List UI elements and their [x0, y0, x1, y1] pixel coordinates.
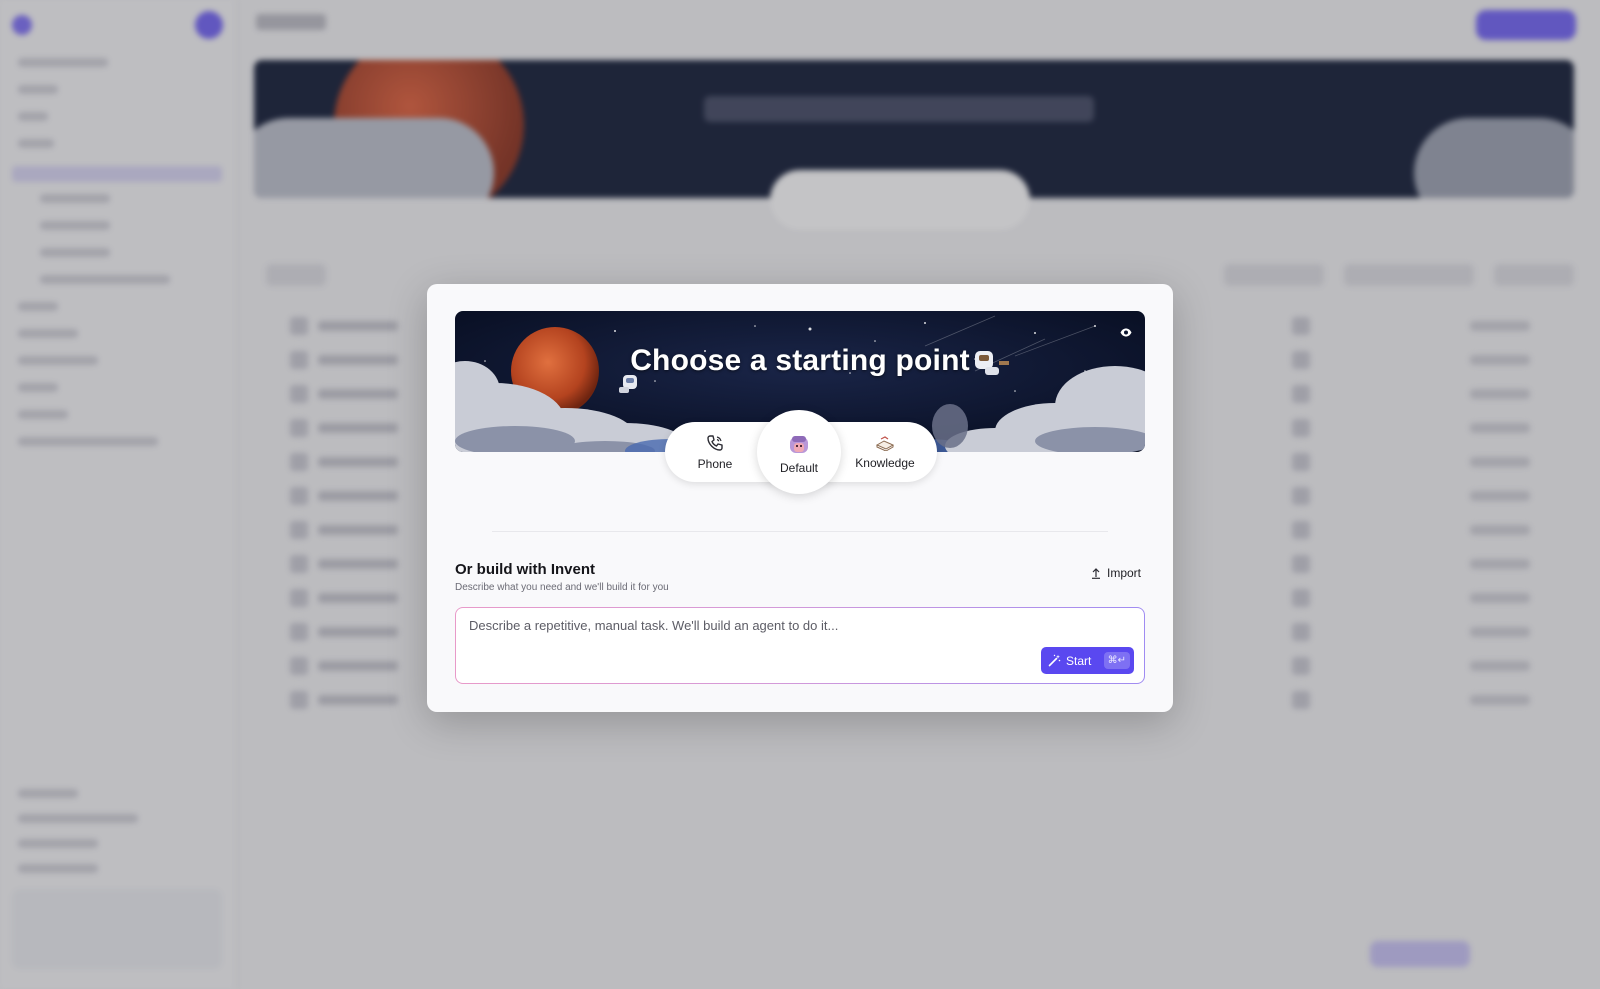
book-icon: [875, 435, 895, 451]
tab-default-label: Default: [779, 460, 819, 475]
import-button[interactable]: Import: [1087, 564, 1145, 582]
modal-title: Choose a starting point: [630, 344, 970, 377]
starting-point-tabs: Phone Default Knowledge: [665, 410, 937, 494]
keyboard-shortcut-badge: ⌘↵: [1103, 652, 1130, 669]
upload-icon: [1091, 567, 1100, 579]
phone-icon: [707, 434, 723, 451]
tab-phone[interactable]: Phone: [671, 422, 759, 482]
tab-knowledge[interactable]: Knowledge: [841, 422, 929, 482]
starting-point-modal: Choose a starting point Phone Default Kn…: [427, 284, 1173, 712]
start-button[interactable]: Start ⌘↵: [1041, 647, 1134, 674]
import-button-label: Import: [1106, 566, 1141, 580]
magic-wand-icon: [1048, 654, 1061, 667]
tab-knowledge-label: Knowledge: [855, 455, 915, 470]
tab-default[interactable]: Default: [757, 410, 841, 494]
tab-phone-label: Phone: [697, 456, 733, 471]
start-button-label: Start: [1066, 653, 1092, 668]
invent-prompt-box: Start ⌘↵: [455, 607, 1145, 684]
invent-prompt-inner: Start ⌘↵: [456, 608, 1144, 683]
default-avatar-icon: [790, 435, 808, 453]
preview-toggle-button[interactable]: [1117, 323, 1135, 341]
build-section-title: Or build with Invent: [455, 561, 595, 578]
invent-prompt-input[interactable]: [469, 618, 1029, 633]
eye-icon: [1120, 328, 1132, 336]
section-divider: [492, 531, 1108, 532]
build-section-subtitle: Describe what you need and we'll build i…: [455, 582, 669, 593]
